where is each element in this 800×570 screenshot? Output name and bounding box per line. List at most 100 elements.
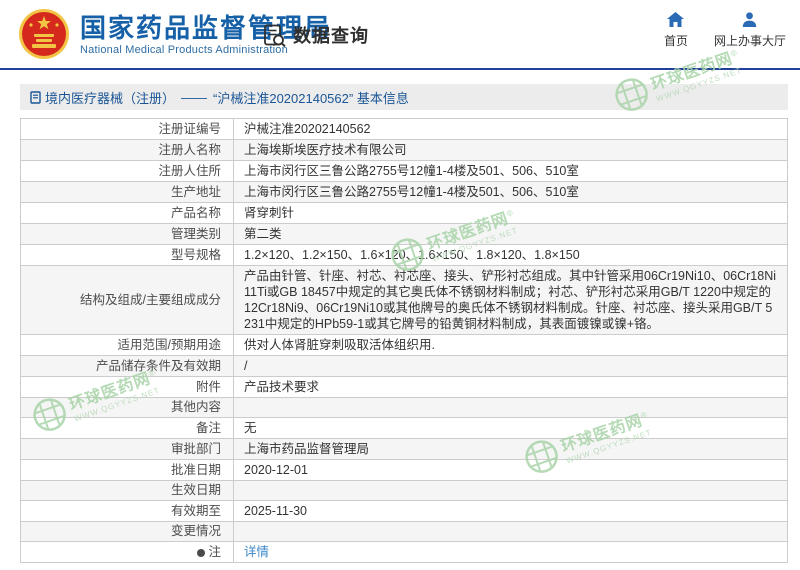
row-value-text: 产品技术要求 [244, 380, 319, 394]
row-label: 产品储存条件及有效期 [21, 356, 234, 377]
row-value-text: 无 [244, 421, 257, 435]
row-label: 注 [21, 542, 234, 563]
row-label: 产品名称 [21, 203, 234, 224]
row-value-text: 2025-11-30 [244, 504, 307, 518]
row-label-text: 适用范围/预期用途 [118, 338, 221, 352]
table-row: 生效日期 [21, 481, 788, 501]
row-label-text: 附件 [196, 380, 221, 394]
registration-table-body: 注册证编号沪械注准20202140562注册人名称上海埃斯埃医疗技术有限公司注册… [21, 119, 788, 563]
home-icon [667, 12, 684, 27]
row-label-text: 其他内容 [171, 400, 221, 414]
row-value-text: 产品由针管、针座、衬芯、衬芯座、接头、铲形衬芯组成。其中针管采用06Cr19Ni… [244, 269, 776, 331]
table-row: 有效期至 2025-11-30 [21, 501, 788, 522]
row-value-text: 供对人体肾脏穿刺吸取活体组织用. [244, 338, 435, 352]
row-label-text: 生效日期 [171, 483, 221, 497]
row-label: 其他内容 [21, 398, 234, 418]
table-row: 产品名称 肾穿刺针 [21, 203, 788, 224]
row-value: / [234, 356, 788, 377]
row-value: 详情 [234, 542, 788, 563]
row-label: 备注 [21, 418, 234, 439]
table-row: 生产地址 上海市闵行区三鲁公路2755号12幢1-4楼及501、506、510室 [21, 182, 788, 203]
row-label: 适用范围/预期用途 [21, 335, 234, 356]
row-label: 变更情况 [21, 522, 234, 542]
row-label: 审批部门 [21, 439, 234, 460]
breadcrumb-category-label: 境内医疗器械（注册） [45, 88, 175, 107]
page: 国家药品监督管理局 National Medical Products Admi… [0, 0, 800, 570]
table-row: 变更情况 [21, 522, 788, 542]
row-value: 上海市闵行区三鲁公路2755号12幢1-4楼及501、506、510室 [234, 182, 788, 203]
row-value-text: 第二类 [244, 227, 282, 241]
row-label-text: 注册证编号 [158, 122, 221, 136]
row-value: 无 [234, 418, 788, 439]
row-label-text: 结构及组成/主要组成成分 [80, 293, 221, 307]
row-label: 附件 [21, 377, 234, 398]
table-row: 适用范围/预期用途 供对人体肾脏穿刺吸取活体组织用. [21, 335, 788, 356]
table-row: 注册人名称 上海埃斯埃医疗技术有限公司 [21, 140, 788, 161]
row-value: 产品由针管、针座、衬芯、衬芯座、接头、铲形衬芯组成。其中针管采用06Cr19Ni… [234, 266, 788, 335]
table-row: 其他内容 [21, 398, 788, 418]
note-dot-icon [197, 549, 205, 557]
row-value: 沪械注准20202140562 [234, 119, 788, 140]
row-label-text: 批准日期 [171, 463, 221, 477]
row-value-text: 肾穿刺针 [244, 206, 294, 220]
data-query-icon [262, 23, 287, 48]
row-value [234, 398, 788, 418]
detail-link[interactable]: 详情 [244, 545, 269, 559]
row-label: 生产地址 [21, 182, 234, 203]
breadcrumb-separator: —— [181, 90, 207, 105]
row-label-text: 审批部门 [171, 442, 221, 456]
row-label-text: 产品储存条件及有效期 [96, 359, 221, 373]
table-row: 附件 产品技术要求 [21, 377, 788, 398]
row-value-text: 上海市闵行区三鲁公路2755号12幢1-4楼及501、506、510室 [244, 185, 579, 199]
row-label: 生效日期 [21, 481, 234, 501]
row-label-text: 生产地址 [171, 185, 221, 199]
data-query-portal-link[interactable]: 数据查询 [262, 22, 369, 48]
row-label: 注册人名称 [21, 140, 234, 161]
row-value: 肾穿刺针 [234, 203, 788, 224]
row-label: 有效期至 [21, 501, 234, 522]
row-value [234, 522, 788, 542]
row-value-text: 2020-12-01 [244, 463, 308, 477]
national-emblem-icon [18, 8, 70, 60]
row-label: 管理类别 [21, 224, 234, 245]
row-value-text: 沪械注准20202140562 [244, 122, 370, 136]
row-value [234, 481, 788, 501]
table-row: 型号规格1.2×120、1.2×150、1.6×120、1.6×150、1.8×… [21, 245, 788, 266]
table-row: 批准日期 2020-12-01 [21, 460, 788, 481]
table-row: 审批部门 上海市药品监督管理局 [21, 439, 788, 460]
row-label: 批准日期 [21, 460, 234, 481]
person-icon [742, 12, 757, 27]
row-label-text: 注册人名称 [158, 143, 221, 157]
row-label-text: 注册人住所 [158, 164, 221, 178]
row-value: 上海埃斯埃医疗技术有限公司 [234, 140, 788, 161]
row-value-text: / [244, 359, 247, 373]
registration-info-table: 注册证编号沪械注准20202140562注册人名称上海埃斯埃医疗技术有限公司注册… [20, 118, 788, 563]
row-label: 注册人住所 [21, 161, 234, 182]
breadcrumb-category-link[interactable]: 境内医疗器械（注册） [30, 88, 175, 107]
table-row: 产品储存条件及有效期 / [21, 356, 788, 377]
row-label: 注册证编号 [21, 119, 234, 140]
nav-home-link[interactable]: 首页 [664, 12, 688, 49]
row-value: 产品技术要求 [234, 377, 788, 398]
row-value-text: 上海埃斯埃医疗技术有限公司 [244, 143, 407, 157]
table-row: 注册证编号 沪械注准20202140562 [21, 119, 788, 140]
breadcrumb-detail: “沪械注准20202140562” 基本信息 [213, 88, 409, 107]
row-label-text: 有效期至 [171, 504, 221, 518]
row-value-text: 上海市闵行区三鲁公路2755号12幢1-4楼及501、506、510室 [244, 164, 579, 178]
table-row: 注册人住所 上海市闵行区三鲁公路2755号12幢1-4楼及501、506、510室 [21, 161, 788, 182]
header: 国家药品监督管理局 National Medical Products Admi… [0, 0, 800, 70]
nav-home-label: 首页 [664, 32, 688, 49]
row-value: 2020-12-01 [234, 460, 788, 481]
row-value-text: 上海市药品监督管理局 [244, 442, 369, 456]
row-label: 结构及组成/主要组成成分 [21, 266, 234, 335]
table-row: 管理类别 第二类 [21, 224, 788, 245]
row-label-text: 管理类别 [171, 227, 221, 241]
nav-service-hall-link[interactable]: 网上办事大厅 [714, 12, 786, 49]
row-value: 上海市闵行区三鲁公路2755号12幢1-4楼及501、506、510室 [234, 161, 788, 182]
table-row: 结构及组成/主要组成成分 产品由针管、针座、衬芯、衬芯座、接头、铲形衬芯组成。其中… [21, 266, 788, 335]
nav-service-hall-label: 网上办事大厅 [714, 32, 786, 49]
row-label-text: 产品名称 [171, 206, 221, 220]
row-label-text: 备注 [196, 421, 221, 435]
row-label: 型号规格 [21, 245, 234, 266]
row-label-text: 变更情况 [171, 524, 221, 538]
